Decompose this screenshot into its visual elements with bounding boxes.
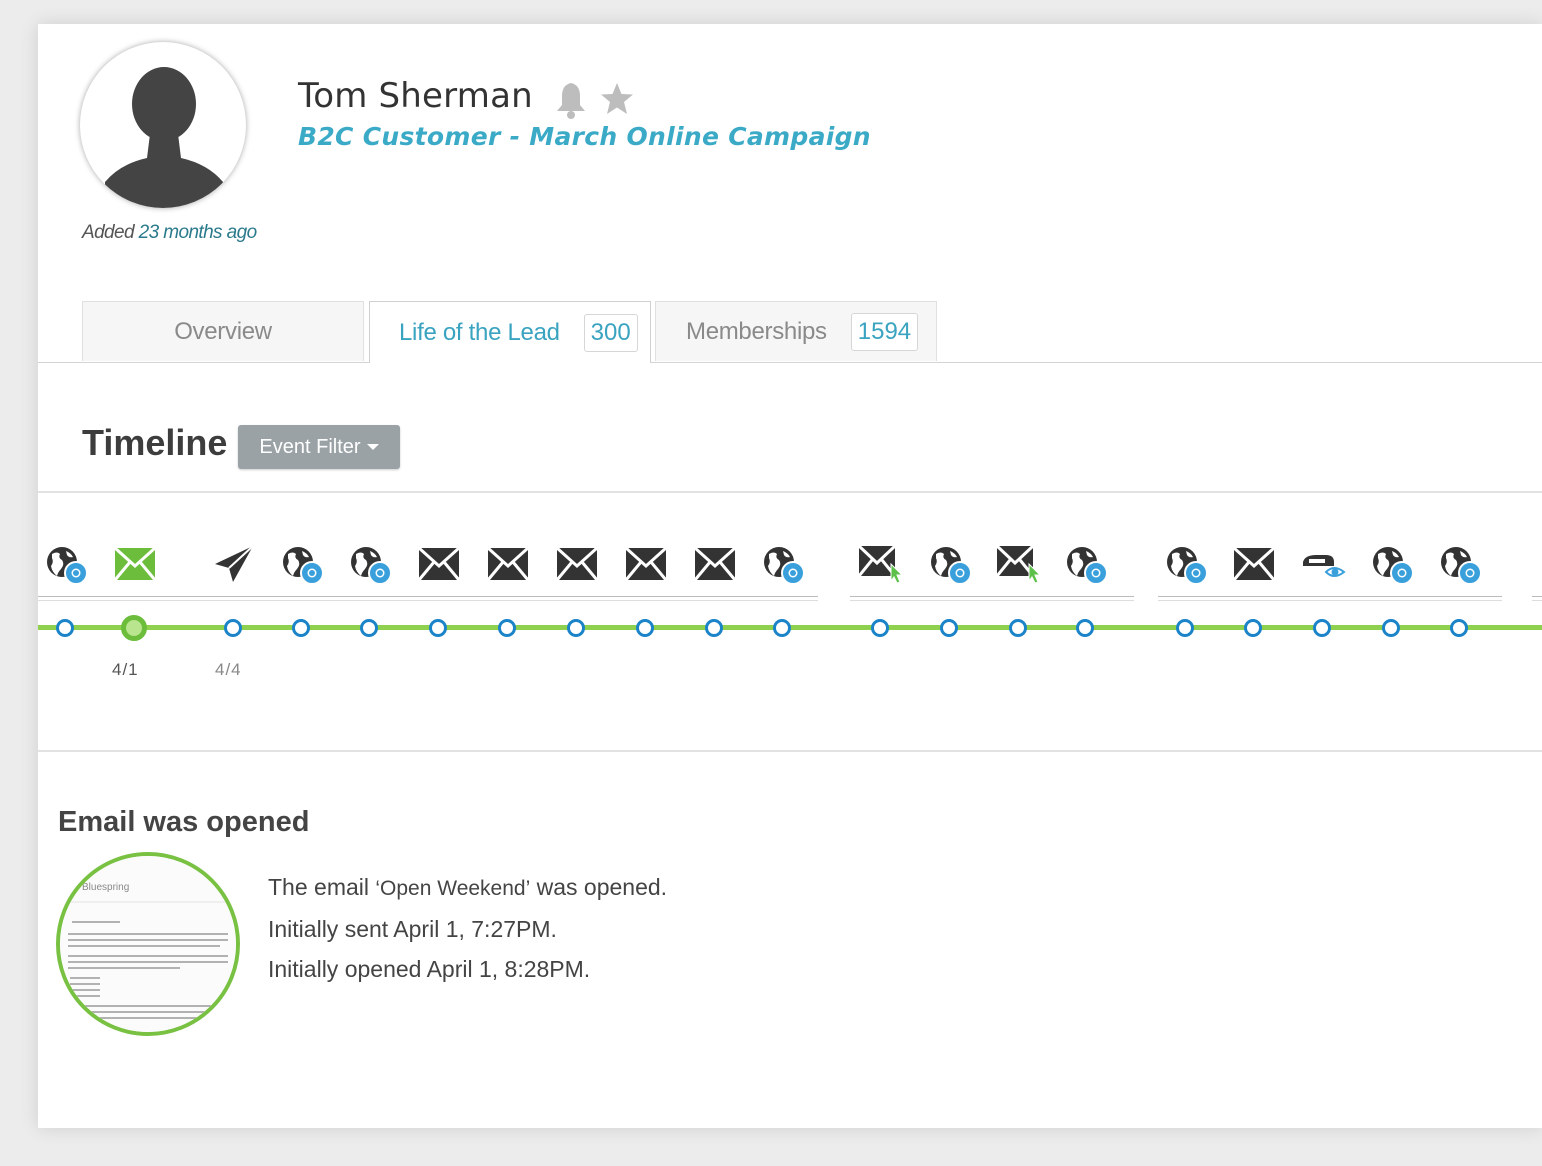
detail-line-prefix: The email — [268, 874, 376, 900]
globe-chrome-icon[interactable] — [1063, 542, 1109, 586]
timeline-date: 4/4 — [215, 660, 242, 679]
email-name: ‘Open Weekend’ — [375, 877, 531, 900]
email-preview-thumbnail[interactable]: Bluespring — [56, 852, 240, 1036]
timeline-node[interactable] — [1176, 619, 1194, 637]
tabs-underline — [38, 362, 1542, 363]
email-icon[interactable] — [485, 542, 531, 586]
lead-profile-card: Added 23 months ago Tom Sherman B2C Cust… — [38, 24, 1542, 1128]
event-group-bracket — [38, 596, 818, 601]
tab-overview-label: Overview — [174, 317, 272, 345]
timeline-node[interactable] — [1009, 619, 1027, 637]
timeline-node[interactable] — [940, 619, 958, 637]
caret-down-icon — [366, 444, 379, 450]
detail-line-opened: Initially opened April 1, 8:28PM. — [268, 956, 591, 982]
timeline-node[interactable] — [360, 619, 378, 637]
timeline-node[interactable] — [1313, 619, 1331, 637]
detail-line-sent: Initially sent April 1, 7:27PM. — [268, 916, 557, 942]
tab-memberships-label: Memberships — [686, 317, 827, 345]
event-group-bracket — [1532, 596, 1542, 601]
timeline-node[interactable] — [636, 619, 654, 637]
avatar — [80, 42, 246, 208]
globe-chrome-icon[interactable] — [43, 542, 89, 586]
email-icon[interactable] — [692, 542, 738, 586]
tab-memberships[interactable]: Memberships 1594 — [655, 301, 937, 361]
detail-line-email: The email ‘Open Weekend’ was opened. — [268, 874, 667, 901]
divider — [38, 750, 1542, 752]
globe-chrome-icon[interactable] — [1437, 542, 1483, 586]
lead-subtitle: B2C Customer - March Online Campaign — [298, 122, 871, 151]
timeline-node[interactable] — [1244, 619, 1262, 637]
globe-chrome-icon[interactable] — [347, 542, 393, 586]
timeline-node[interactable] — [871, 619, 889, 637]
added-time: 23 months ago — [138, 222, 258, 243]
view-icon[interactable] — [1300, 542, 1346, 586]
email-icon[interactable] — [623, 542, 669, 586]
star-icon[interactable] — [598, 80, 636, 118]
timeline-node[interactable] — [292, 619, 310, 637]
bell-icon[interactable] — [554, 80, 588, 120]
event-group-bracket — [850, 596, 1134, 601]
email-click-icon[interactable] — [858, 542, 904, 586]
timeline-date: 4/1 — [112, 660, 139, 679]
timeline-node[interactable] — [773, 619, 791, 637]
detail-line-suffix: was opened. — [530, 874, 668, 900]
email-icon[interactable] — [554, 542, 600, 586]
lead-name: Tom Sherman — [298, 76, 533, 116]
timeline-node[interactable] — [567, 619, 585, 637]
divider — [38, 491, 1542, 493]
timeline-node[interactable] — [429, 619, 447, 637]
timeline-node-selected[interactable] — [121, 615, 147, 641]
tab-memberships-count: 1594 — [850, 312, 919, 351]
globe-chrome-icon[interactable] — [927, 542, 973, 586]
timeline-node[interactable] — [1450, 619, 1468, 637]
globe-chrome-icon[interactable] — [279, 542, 325, 586]
email-icon[interactable] — [416, 542, 462, 586]
person-silhouette-icon — [105, 67, 223, 208]
email-click-icon[interactable] — [996, 542, 1042, 586]
timeline-title: Timeline — [82, 422, 228, 463]
added-info: Added 23 months ago — [82, 222, 257, 244]
globe-chrome-icon[interactable] — [1369, 542, 1415, 586]
timeline-node[interactable] — [1382, 619, 1400, 637]
email-opened-icon[interactable] — [112, 542, 158, 586]
email-icon[interactable] — [1231, 542, 1277, 586]
email-preview-brand: Bluespring — [82, 882, 129, 893]
timeline-node[interactable] — [56, 619, 74, 637]
timeline-node[interactable] — [498, 619, 516, 637]
tab-life-of-the-lead[interactable]: Life of the Lead 300 — [369, 301, 651, 363]
tab-life-of-the-lead-count: 300 — [583, 313, 638, 352]
timeline-node[interactable] — [1076, 619, 1094, 637]
send-icon[interactable] — [211, 542, 257, 586]
event-filter-label: Event Filter — [259, 435, 361, 458]
added-prefix: Added — [82, 222, 135, 243]
timeline-node[interactable] — [224, 619, 242, 637]
event-group-bracket — [1158, 596, 1502, 601]
globe-chrome-icon[interactable] — [1163, 542, 1209, 586]
timeline-node[interactable] — [705, 619, 723, 637]
tab-overview[interactable]: Overview — [82, 301, 364, 361]
globe-chrome-icon[interactable] — [760, 542, 806, 586]
email-preview-image: Bluespring — [60, 856, 236, 1032]
tab-life-of-the-lead-label: Life of the Lead — [399, 318, 560, 346]
event-filter-button[interactable]: Event Filter — [238, 425, 400, 469]
event-detail-title: Email was opened — [58, 806, 310, 838]
